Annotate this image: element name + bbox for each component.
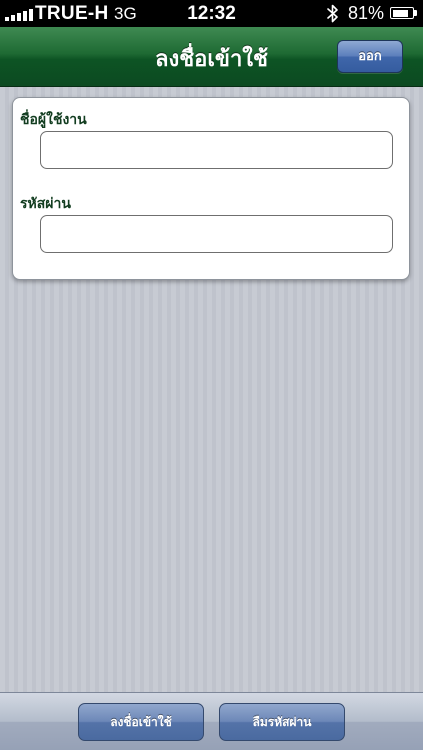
login-button[interactable]: ลงชื่อเข้าใช้ bbox=[78, 703, 204, 741]
battery-tip bbox=[414, 10, 417, 16]
password-label: รหัสผ่าน bbox=[20, 196, 71, 212]
exit-button[interactable]: ออก bbox=[337, 40, 403, 73]
battery-percent: 81% bbox=[348, 3, 385, 23]
password-field[interactable] bbox=[40, 215, 393, 253]
battery-level-fill bbox=[392, 9, 408, 17]
username-field[interactable] bbox=[40, 131, 393, 169]
bottom-toolbar: ลงชื่อเข้าใช้ ลืมรหัสผ่าน bbox=[0, 692, 423, 750]
login-form-card: ชื่อผู้ใช้งาน รหัสผ่าน bbox=[12, 97, 410, 280]
bluetooth-icon bbox=[327, 4, 338, 23]
status-bar: TRUE-H 3G 12:32 81% bbox=[0, 0, 423, 27]
battery-icon bbox=[390, 7, 414, 19]
forgot-password-button[interactable]: ลืมรหัสผ่าน bbox=[219, 703, 345, 741]
username-label: ชื่อผู้ใช้งาน bbox=[20, 112, 87, 128]
navigation-bar: ลงชื่อเข้าใช้ ออก bbox=[0, 27, 423, 87]
